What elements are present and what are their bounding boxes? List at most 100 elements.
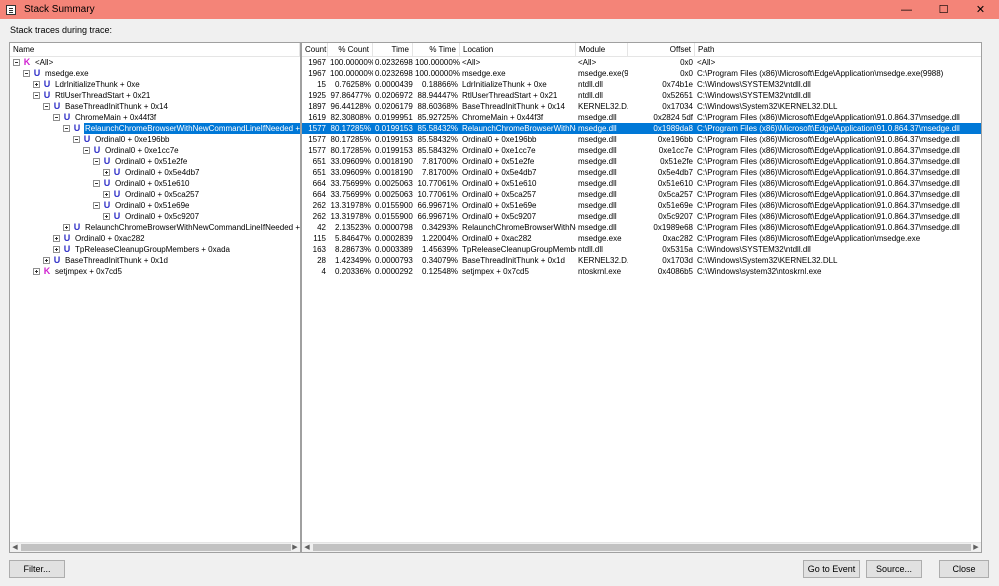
table-row[interactable]: 115 5.84647% 0.0002839 1.22004% Ordinal0 + 0… bbox=[302, 233, 981, 244]
table-row[interactable]: 1619 82.30808% 0.0199951 85.92725% ChromeMai… bbox=[302, 112, 981, 123]
table-row[interactable]: 4 0.20336% 0.0000292 0.12548% setjmpex + 0x7… bbox=[302, 266, 981, 277]
expand-icon[interactable] bbox=[63, 224, 70, 231]
maximize-icon[interactable]: ☐ bbox=[925, 0, 962, 19]
expand-icon[interactable] bbox=[33, 268, 40, 275]
tree-row[interactable]: U RtlUserThreadStart + 0x21 bbox=[10, 90, 300, 101]
table-row[interactable]: 1577 80.17285% 0.0199153 85.58432% Ordinal0 … bbox=[302, 134, 981, 145]
tree-row[interactable]: U RelaunchChromeBrowserWithNewCommandLine… bbox=[10, 122, 300, 135]
expand-icon[interactable] bbox=[53, 246, 60, 253]
collapse-icon[interactable] bbox=[53, 114, 60, 121]
scroll-thumb[interactable] bbox=[21, 544, 291, 551]
tree-row[interactable]: U Ordinal0 + 0xe196bb bbox=[10, 134, 300, 145]
collapse-icon[interactable] bbox=[93, 180, 100, 187]
source-button[interactable]: Source... bbox=[866, 560, 922, 578]
collapse-icon[interactable] bbox=[23, 70, 30, 77]
column-header-time[interactable]: Time bbox=[373, 43, 413, 57]
scroll-right-icon[interactable]: ▶ bbox=[971, 543, 981, 552]
table-row[interactable]: 664 33.75699% 0.0025063 10.77061% Ordinal0 +… bbox=[302, 178, 981, 189]
scroll-right-icon[interactable]: ▶ bbox=[290, 543, 300, 552]
cell-location: Ordinal0 + 0x51e610 bbox=[462, 179, 537, 188]
scroll-thumb[interactable] bbox=[313, 544, 971, 551]
expand-icon[interactable] bbox=[33, 81, 40, 88]
table-row[interactable]: 262 13.31978% 0.0155900 66.99671% Ordinal0 +… bbox=[302, 200, 981, 211]
cell-location: Ordinal0 + 0x5c9207 bbox=[462, 212, 537, 221]
frame-name: RelaunchChromeBrowserWithNewCommandLineI… bbox=[83, 122, 300, 135]
table-row[interactable]: 651 33.09609% 0.0018190 7.81700% Ordinal0 + … bbox=[302, 156, 981, 167]
cell-offset: 0x51e69e bbox=[657, 201, 693, 210]
expand-icon[interactable] bbox=[53, 235, 60, 242]
column-header-pct-time[interactable]: % Time bbox=[413, 43, 460, 57]
tree-row[interactable]: U Ordinal0 + 0x5c9207 bbox=[10, 211, 300, 222]
tree-row[interactable]: U RelaunchChromeBrowserWithNewCommandLine… bbox=[10, 222, 300, 233]
expand-icon[interactable] bbox=[43, 257, 50, 264]
expand-icon[interactable] bbox=[103, 191, 110, 198]
cell-count: 651 bbox=[312, 168, 326, 177]
cell-offset: 0xac282 bbox=[662, 234, 693, 243]
collapse-icon[interactable] bbox=[93, 158, 100, 165]
close-button[interactable]: Close bbox=[939, 560, 989, 578]
tree-row[interactable]: U BaseThreadInitThunk + 0x14 bbox=[10, 101, 300, 112]
table-row[interactable]: 1925 97.86477% 0.0206972 88.94447% RtlUserTh… bbox=[302, 90, 981, 101]
expand-icon[interactable] bbox=[103, 213, 110, 220]
tree-row[interactable]: U Ordinal0 + 0x51e2fe bbox=[10, 156, 300, 167]
collapse-icon[interactable] bbox=[33, 92, 40, 99]
column-header-pct-count[interactable]: % Count bbox=[328, 43, 373, 57]
cell-location: Ordinal0 + 0x5ca257 bbox=[462, 190, 537, 199]
table-row[interactable]: 15 0.76258% 0.0000439 0.18866% LdrInitialize… bbox=[302, 79, 981, 90]
tree-row[interactable]: U TpReleaseCleanupGroupMembers + 0xada bbox=[10, 244, 300, 255]
column-header-module[interactable]: Module bbox=[576, 43, 628, 57]
tree-row[interactable]: K <All> bbox=[10, 57, 300, 68]
go-to-event-button[interactable]: Go to Event bbox=[803, 560, 860, 578]
cell-count: 664 bbox=[312, 179, 326, 188]
column-header-location[interactable]: Location bbox=[460, 43, 576, 57]
collapse-icon[interactable] bbox=[93, 202, 100, 209]
table-row[interactable]: 1967 100.00000% 0.0232698 100.00000% msedge.… bbox=[302, 68, 981, 79]
table-row[interactable]: 1577 80.17285% 0.0199153 85.58432% Ordinal0 … bbox=[302, 145, 981, 156]
tree-row[interactable]: U ChromeMain + 0x44f3f bbox=[10, 112, 300, 123]
table-row[interactable]: 163 8.28673% 0.0003389 1.45639% TpReleaseCle… bbox=[302, 244, 981, 255]
column-header-path[interactable]: Path bbox=[695, 43, 981, 57]
cell-pct-count: 96.44128% bbox=[330, 102, 371, 111]
collapse-icon[interactable] bbox=[43, 103, 50, 110]
filter-button[interactable]: Filter... bbox=[9, 560, 65, 578]
column-header-name[interactable]: Name bbox=[10, 43, 300, 57]
collapse-icon[interactable] bbox=[13, 59, 20, 66]
frame-name: msedge.exe bbox=[45, 69, 89, 78]
scroll-left-icon[interactable]: ◀ bbox=[302, 543, 312, 552]
tree-row[interactable]: U Ordinal0 + 0x51e69e bbox=[10, 200, 300, 211]
collapse-icon[interactable] bbox=[63, 125, 70, 132]
collapse-icon[interactable] bbox=[83, 147, 90, 154]
cell-count: 4 bbox=[321, 267, 326, 276]
table-row[interactable]: 664 33.75699% 0.0025063 10.77061% Ordinal0 +… bbox=[302, 189, 981, 200]
table-row[interactable]: 651 33.09609% 0.0018190 7.81700% Ordinal0 + … bbox=[302, 167, 981, 178]
close-icon[interactable]: ✕ bbox=[962, 0, 999, 19]
cell-count: 1577 bbox=[302, 123, 328, 134]
tree-pane[interactable]: Name K <All> Umsedge.exe U LdrInitializeThun… bbox=[9, 42, 301, 553]
tree-row[interactable]: Ksetjmpex + 0x7cd5 bbox=[10, 266, 300, 277]
table-row[interactable]: 1967 100.00000% 0.0232698 100.00000% <All> <A… bbox=[302, 57, 981, 68]
scroll-left-icon[interactable]: ◀ bbox=[10, 543, 20, 552]
tree-row[interactable]: U Ordinal0 + 0xe1cc7e bbox=[10, 145, 300, 156]
tree-horizontal-scrollbar[interactable]: ◀ ▶ bbox=[10, 542, 300, 552]
details-horizontal-scrollbar[interactable]: ◀ ▶ bbox=[302, 542, 981, 552]
column-header-offset[interactable]: Offset bbox=[628, 43, 695, 57]
tree-row[interactable]: U Ordinal0 + 0x5e4db7 bbox=[10, 167, 300, 178]
table-row[interactable]: 28 1.42349% 0.0000793 0.34079% BaseThreadIni… bbox=[302, 255, 981, 266]
table-row[interactable]: 262 13.31978% 0.0155900 66.99671% Ordinal0 +… bbox=[302, 211, 981, 222]
tree-row[interactable]: U Ordinal0 + 0xac282 bbox=[10, 233, 300, 244]
minimize-icon[interactable]: — bbox=[888, 0, 925, 19]
tree-row[interactable]: Umsedge.exe bbox=[10, 68, 300, 79]
cell-location: <All> bbox=[462, 58, 481, 67]
column-header-count[interactable]: Count bbox=[302, 43, 328, 57]
table-row[interactable]: 42 2.13523% 0.0000798 0.34293% RelaunchChrom… bbox=[302, 222, 981, 233]
tree-row[interactable]: U Ordinal0 + 0x5ca257 bbox=[10, 189, 300, 200]
tree-row[interactable]: U BaseThreadInitThunk + 0x1d bbox=[10, 255, 300, 266]
details-pane[interactable]: Count % Count Time % Time Location Modul… bbox=[301, 42, 982, 553]
collapse-icon[interactable] bbox=[73, 136, 80, 143]
table-row[interactable]: 1577 80.17285% 0.0199153 85.58432% RelaunchC… bbox=[302, 123, 981, 134]
tree-row[interactable]: U Ordinal0 + 0x51e610 bbox=[10, 178, 300, 189]
expand-icon[interactable] bbox=[103, 169, 110, 176]
table-row[interactable]: 1897 96.44128% 0.0206179 88.60368% BaseThrea… bbox=[302, 101, 981, 112]
cell-pct-time: 0.34293% bbox=[421, 223, 458, 232]
tree-row[interactable]: U LdrInitializeThunk + 0xe bbox=[10, 79, 300, 90]
